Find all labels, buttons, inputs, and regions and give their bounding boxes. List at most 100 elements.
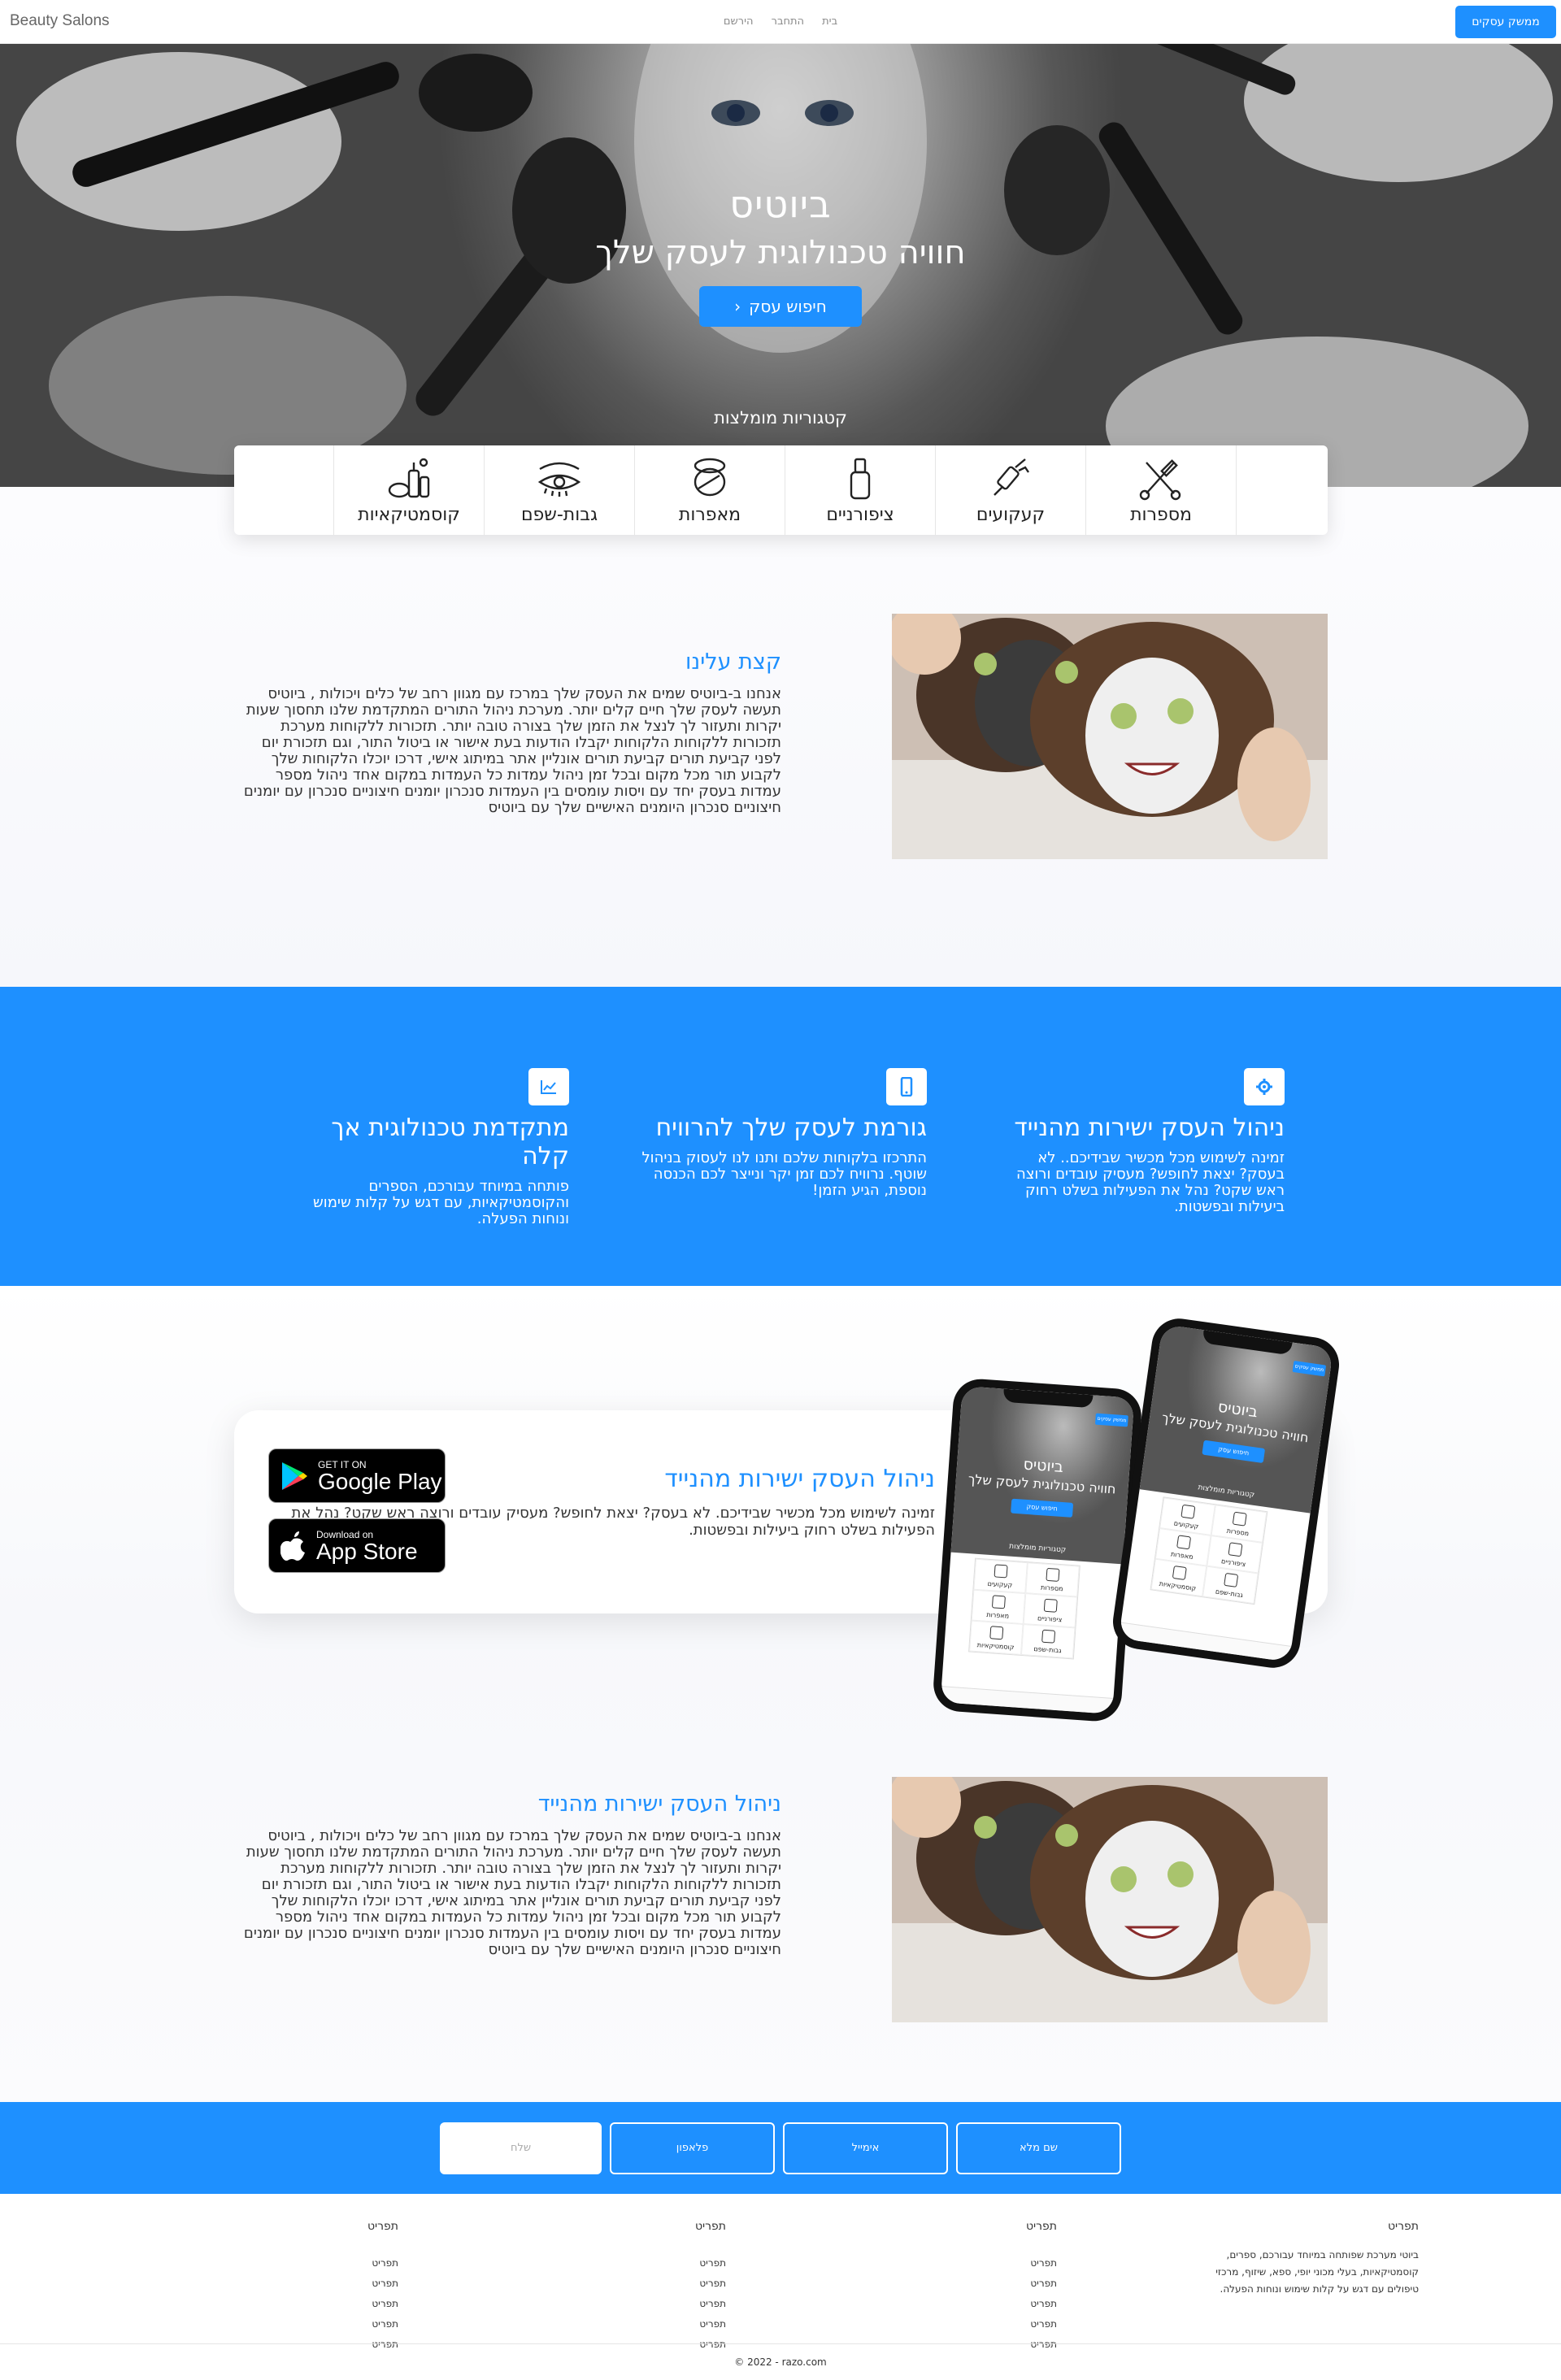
feature-title: מתקדמת טכנולוגית אך קלה bbox=[331, 1114, 569, 1170]
footer-link[interactable]: תפריט bbox=[367, 2274, 398, 2294]
feature-mobile-management: ניהול העסק ישירות מהנייד זמינה לשימוש מכ… bbox=[992, 1068, 1285, 1286]
about-title: קצת עלינו bbox=[685, 649, 781, 675]
feature-advanced-easy: מתקדמת טכנולוגית אך קלה פותחה במיוחד עבו… bbox=[276, 1068, 569, 1286]
category-label: קוסמטיקאיות bbox=[358, 504, 460, 525]
feature-title: גורמת לעסק שלך להרוויח bbox=[655, 1114, 927, 1142]
google-play-button[interactable]: GET IT ON Google Play bbox=[268, 1448, 446, 1503]
phone-mockup-back: ממשק עסקים ביוטיס חוויה טכנולוגית לעסק ש… bbox=[931, 1377, 1144, 1723]
apple-icon bbox=[280, 1531, 305, 1561]
footer-link[interactable]: תפריט bbox=[367, 2314, 398, 2334]
nav-links: בית התחבר הירשם bbox=[0, 15, 1561, 28]
about-text: קצת עלינו אנחנו ב-ביוטיס שמים את העסק של… bbox=[241, 649, 781, 816]
women-face-masks-photo bbox=[892, 614, 1328, 859]
copyright: © 2022 - razo.com bbox=[0, 2343, 1561, 2379]
phone-screen: ממשק עסקים ביוטיס חוויה טכנולוגית לעסק ש… bbox=[1118, 1324, 1334, 1662]
about2-text: ניהול העסק ישירות מהנייד אנחנו ב-ביוטיס … bbox=[241, 1792, 781, 1958]
feature-body: פותחה במיוחד עבורכם, הספרים והקוסמטיקאיו… bbox=[313, 1178, 569, 1227]
features-section: ניהול העסק ישירות מהנייד זמינה לשימוש מכ… bbox=[0, 987, 1561, 1286]
category-nails[interactable]: ציפורניים bbox=[785, 445, 935, 535]
category-eyebrows[interactable]: גבות-שפם bbox=[484, 445, 634, 535]
phone-cta: ממשק עסקים bbox=[1094, 1413, 1128, 1427]
hero: ביוטיס חוויה טכנולוגית לעסק שלך חיפוש עס… bbox=[0, 44, 1561, 487]
hero-title: ביוטיס bbox=[729, 182, 832, 226]
category-label: גבות-שפם bbox=[520, 504, 598, 525]
footer-link[interactable]: תפריט bbox=[367, 2294, 398, 2314]
email-input[interactable] bbox=[783, 2122, 948, 2174]
phone-category-grid: קעקועים מספרות מאפרות ציפורניים קוסמטיקא… bbox=[1150, 1496, 1268, 1605]
google-play-icon bbox=[282, 1461, 307, 1490]
women-face-masks-photo bbox=[892, 1777, 1328, 2022]
feature-title: ניהול העסק ישירות מהנייד bbox=[1014, 1114, 1285, 1142]
footer-link[interactable]: תפריט bbox=[1026, 2294, 1057, 2314]
makeup-compact-icon bbox=[694, 458, 726, 496]
phone-input[interactable] bbox=[610, 2122, 775, 2174]
category-barbershops[interactable]: מספרות bbox=[1085, 445, 1236, 535]
scissors-comb-icon bbox=[1139, 458, 1181, 500]
phone-button: חיפוש עסק bbox=[1202, 1440, 1266, 1463]
category-makeup-artists[interactable]: מאפרות bbox=[634, 445, 785, 535]
footer-about-text: ביוטי מערכת שפותחה במיוחד עבורכם, ספרים,… bbox=[1215, 2249, 1419, 2295]
footer-link[interactable]: תפריט bbox=[695, 2253, 726, 2274]
nav-link-login[interactable]: התחבר bbox=[772, 15, 804, 28]
footer-about-title: תפריט bbox=[1387, 2220, 1419, 2233]
phone-button: חיפוש עסק bbox=[1011, 1498, 1074, 1518]
recommended-categories-title: קטגוריות מומלצות bbox=[714, 408, 847, 428]
categories-bar: מספרות קעקועים ציפורניים מאפרות גבות-שפם… bbox=[234, 445, 1328, 535]
app-store-button[interactable]: Download on App Store bbox=[268, 1518, 446, 1573]
footer-link[interactable]: תפריט bbox=[695, 2274, 726, 2294]
phone-category-grid: קעקועים מספרות מאפרות ציפורניים קוסמטיקא… bbox=[968, 1557, 1081, 1660]
about-image bbox=[892, 614, 1328, 859]
nail-polish-icon bbox=[850, 458, 871, 499]
contact-form: שלח bbox=[0, 2102, 1561, 2194]
search-business-button[interactable]: חיפוש עסק ‹ bbox=[699, 286, 862, 327]
footer: תפריט ביוטי מערכת שפותחה במיוחד עבורכם, … bbox=[0, 2194, 1561, 2379]
about2-body: אנחנו ב-ביוטיס שמים את העסק שלך במרכז עם… bbox=[243, 1827, 781, 1958]
about2-title: ניהול העסק ישירות מהנייד bbox=[537, 1792, 781, 1817]
category-label: קעקועים bbox=[976, 504, 1046, 525]
about2-image bbox=[892, 1777, 1328, 2022]
google-play-big-text: Google Play bbox=[318, 1468, 442, 1494]
feature-body: התרכזו בלקוחות שלכם ותנו לנו לעסוק בניהו… bbox=[641, 1149, 927, 1199]
gear-icon bbox=[1244, 1068, 1285, 1105]
footer-link[interactable]: תפריט bbox=[367, 2253, 398, 2274]
about-body: אנחנו ב-ביוטיס שמים את העסק שלך במרכז עם… bbox=[243, 685, 781, 816]
category-label: מספרות bbox=[1130, 504, 1192, 525]
footer-column: תפריט תפריט תפריט תפריט תפריט תפריט bbox=[695, 2220, 726, 2355]
cosmetics-bottles-icon bbox=[388, 458, 430, 497]
footer-about: תפריט ביוטי מערכת שפותחה במיוחד עבורכם, … bbox=[1215, 2220, 1419, 2298]
about-section: קצת עלינו אנחנו ב-ביוטיס שמים את העסק של… bbox=[0, 487, 1561, 987]
mobile-phone-icon bbox=[886, 1068, 927, 1105]
category-cosmeticians[interactable]: קוסמטיקאיות bbox=[333, 445, 484, 535]
footer-link[interactable]: תפריט bbox=[1026, 2274, 1057, 2294]
feature-body: זמינה לשימוש מכל מכשיר שבידיכם.. לא בעסק… bbox=[1015, 1149, 1285, 1215]
hero-content: ביוטיס חוויה טכנולוגית לעסק שלך חיפוש עס… bbox=[0, 182, 1561, 327]
category-label: ציפורניים bbox=[826, 504, 894, 525]
footer-link[interactable]: תפריט bbox=[1026, 2314, 1057, 2334]
send-button[interactable]: שלח bbox=[440, 2122, 602, 2174]
chevron-left-icon: ‹ bbox=[734, 297, 741, 316]
footer-column: תפריט תפריט תפריט תפריט תפריט תפריט bbox=[1026, 2220, 1057, 2355]
nav-link-home[interactable]: בית bbox=[822, 15, 837, 28]
feature-profit: גורמת לעסק שלך להרוויח התרכזו בלקוחות של… bbox=[634, 1068, 927, 1286]
category-empty-slot bbox=[1236, 445, 1328, 535]
footer-column-title: תפריט bbox=[694, 2220, 726, 2233]
footer-link[interactable]: תפריט bbox=[695, 2294, 726, 2314]
phone-screen: ממשק עסקים ביוטיס חוויה טכנולוגית לעסק ש… bbox=[940, 1386, 1135, 1714]
phone-cta: ממשק עסקים bbox=[1292, 1361, 1327, 1377]
footer-link[interactable]: תפריט bbox=[695, 2314, 726, 2334]
category-label: מאפרות bbox=[678, 504, 741, 525]
nav-link-register[interactable]: הירשם bbox=[724, 15, 754, 28]
full-name-input[interactable] bbox=[956, 2122, 1121, 2174]
category-tattoos[interactable]: קעקועים bbox=[935, 445, 1085, 535]
footer-column-title: תפריט bbox=[367, 2220, 398, 2233]
hero-subtitle: חוויה טכנולוגית לעסק שלך bbox=[595, 234, 966, 271]
business-interface-button[interactable]: ממשק עסקים bbox=[1455, 6, 1556, 38]
navbar: Beauty Salons בית התחבר הירשם ממשק עסקים bbox=[0, 0, 1561, 44]
footer-link[interactable]: תפריט bbox=[1026, 2253, 1057, 2274]
app-section: ניהול העסק ישירות מהנייד זמינה לשימוש מכ… bbox=[0, 1286, 1561, 2102]
category-empty-slot bbox=[234, 445, 333, 535]
eyebrow-eye-icon bbox=[537, 462, 581, 497]
phone-mockup-front: ממשק עסקים ביוטיס חוויה טכנולוגית לעסק ש… bbox=[1109, 1314, 1343, 1672]
tattoo-machine-icon bbox=[994, 458, 1029, 496]
search-business-label: חיפוש עסק bbox=[749, 297, 827, 316]
